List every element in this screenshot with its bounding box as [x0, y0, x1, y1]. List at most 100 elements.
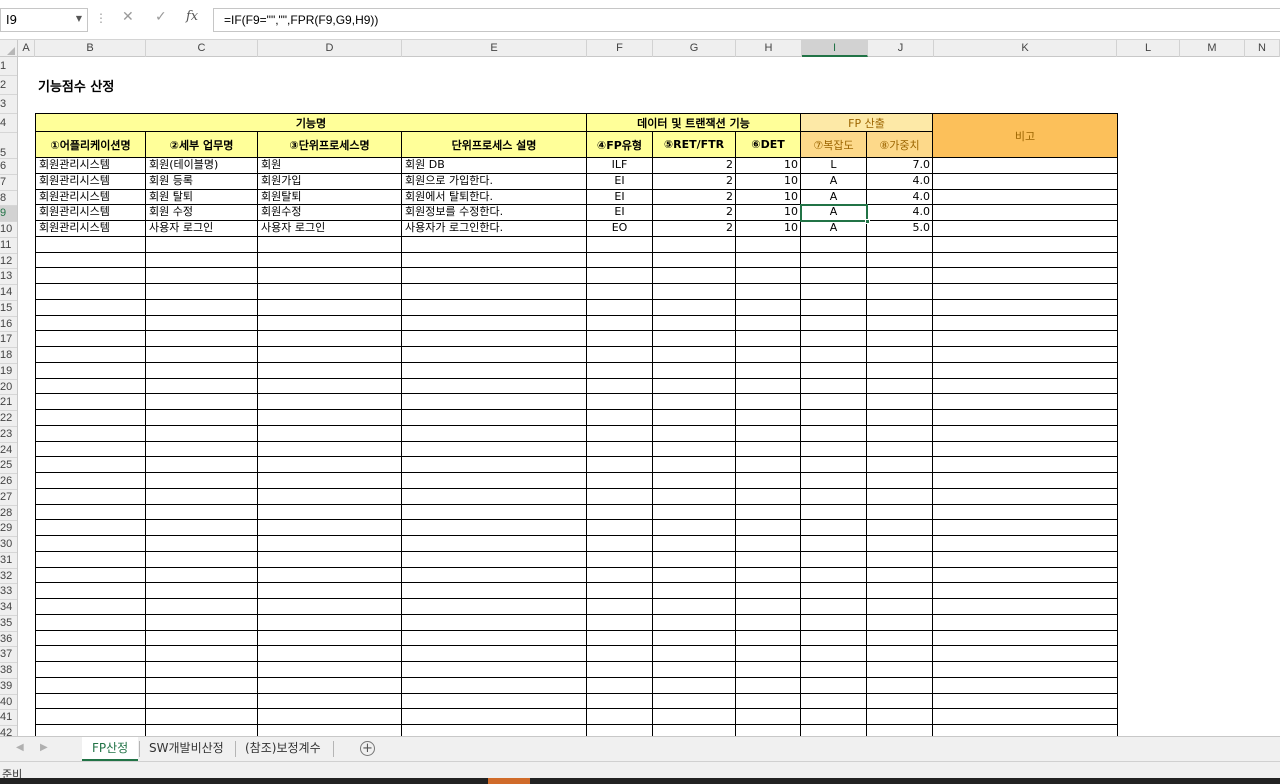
header-data-transaction[interactable]: 데이터 및 트랜잭션 기능	[587, 113, 801, 132]
cell-cx[interactable]: L	[801, 158, 867, 174]
row-header-2[interactable]: 2	[0, 76, 17, 95]
header-unit-process[interactable]: ③단위프로세스명	[258, 132, 402, 158]
row-header-7[interactable]: 7	[0, 175, 17, 191]
row-header-22[interactable]: 22	[0, 411, 17, 427]
header-complexity[interactable]: ⑦복잡도	[801, 132, 867, 158]
row-header-6[interactable]: 6	[0, 159, 17, 175]
header-function-name[interactable]: 기능명	[35, 113, 587, 132]
row-header-28[interactable]: 28	[0, 506, 17, 522]
header-unit-process-desc[interactable]: 단위프로세스 설명	[402, 132, 587, 158]
cell-desc[interactable]: 사용자가 로그인한다.	[402, 221, 587, 237]
cell-app[interactable]: 회원관리시스템	[35, 173, 146, 190]
header-det[interactable]: ⑥DET	[736, 132, 801, 158]
next-sheet-icon[interactable]: ▶	[40, 742, 48, 753]
row-header-38[interactable]: 38	[0, 663, 17, 679]
column-header-l[interactable]: L	[1117, 40, 1180, 57]
prev-sheet-icon[interactable]: ◀	[16, 742, 24, 753]
cell-process[interactable]: 사용자 로그인	[258, 221, 402, 237]
cell-process[interactable]: 회원수정	[258, 205, 402, 221]
row-header-12[interactable]: 12	[0, 254, 17, 270]
row-header-9[interactable]: 9	[0, 206, 17, 222]
cell-det[interactable]: 10	[736, 221, 801, 237]
cell-w[interactable]: 7.0	[867, 158, 933, 174]
check-icon[interactable]: ✓	[155, 9, 167, 25]
row-header-21[interactable]: 21	[0, 395, 17, 411]
cell-desc[interactable]: 회원정보를 수정한다.	[402, 205, 587, 221]
row-header-15[interactable]: 15	[0, 301, 17, 317]
cell-det[interactable]: 10	[736, 189, 801, 206]
tab-sw-cost[interactable]: SW개발비산정	[139, 737, 234, 761]
row-header-14[interactable]: 14	[0, 285, 17, 301]
cell-desc[interactable]: 회원으로 가입한다.	[402, 173, 587, 190]
cell-ret[interactable]: 2	[653, 189, 736, 206]
cell-process[interactable]: 회원가입	[258, 173, 402, 190]
row-header-16[interactable]: 16	[0, 317, 17, 333]
row-header-35[interactable]: 35	[0, 616, 17, 632]
row-header-36[interactable]: 36	[0, 632, 17, 648]
row-header-37[interactable]: 37	[0, 647, 17, 663]
header-detail-task[interactable]: ②세부 업무명	[146, 132, 258, 158]
row-header-10[interactable]: 10	[0, 222, 17, 238]
cell-ret[interactable]: 2	[653, 221, 736, 237]
cell-note[interactable]	[933, 221, 1118, 237]
row-header-42[interactable]: 42	[0, 726, 17, 736]
row-header-40[interactable]: 40	[0, 695, 17, 711]
cell-task[interactable]: 회원 탈퇴	[146, 189, 258, 206]
name-box[interactable]: I9 ▼	[0, 8, 88, 32]
column-header-m[interactable]: M	[1180, 40, 1245, 57]
row-header-8[interactable]: 8	[0, 191, 17, 207]
row-header-3[interactable]: 3	[0, 95, 17, 114]
cell-process[interactable]: 회원탈퇴	[258, 189, 402, 206]
header-note[interactable]: 비고	[933, 113, 1118, 158]
cell-task[interactable]: 회원 수정	[146, 205, 258, 221]
row-header-1[interactable]: 1	[0, 57, 17, 76]
cell-app[interactable]: 회원관리시스템	[35, 221, 146, 237]
tab-fp[interactable]: FP산정	[82, 737, 139, 761]
more-icon[interactable]: ⋮	[95, 11, 107, 25]
row-header-26[interactable]: 26	[0, 474, 17, 490]
cell-type[interactable]: EI	[587, 173, 653, 190]
cell-note[interactable]	[933, 205, 1118, 221]
column-header-n[interactable]: N	[1245, 40, 1280, 57]
cell-app[interactable]: 회원관리시스템	[35, 158, 146, 174]
tab-reference[interactable]: (참조)보정계수	[235, 737, 331, 761]
row-header-34[interactable]: 34	[0, 600, 17, 616]
header-fp-calc[interactable]: FP 산출	[801, 113, 933, 132]
row-header-17[interactable]: 17	[0, 332, 17, 348]
cell-task[interactable]: 사용자 로그인	[146, 221, 258, 237]
row-header-23[interactable]: 23	[0, 427, 17, 443]
column-header-i[interactable]: I	[802, 40, 868, 57]
column-header-j[interactable]: J	[868, 40, 934, 57]
cell-app[interactable]: 회원관리시스템	[35, 205, 146, 221]
formula-input[interactable]: =IF(F9="","",FPR(F9,G9,H9))	[213, 8, 1280, 32]
row-header-33[interactable]: 33	[0, 584, 17, 600]
cell-type[interactable]: EO	[587, 221, 653, 237]
row-header-4[interactable]: 4	[0, 114, 17, 133]
row-header-13[interactable]: 13	[0, 269, 17, 285]
cell-cx[interactable]: A	[801, 173, 867, 190]
column-header-d[interactable]: D	[258, 40, 402, 57]
cell-det[interactable]: 10	[736, 205, 801, 221]
column-header-f[interactable]: F	[587, 40, 653, 57]
cell-desc[interactable]: 회원 DB	[402, 158, 587, 174]
row-header-25[interactable]: 25	[0, 458, 17, 474]
cell-ret[interactable]: 2	[653, 173, 736, 190]
row-header-41[interactable]: 41	[0, 710, 17, 726]
row-header-19[interactable]: 19	[0, 364, 17, 380]
row-header-11[interactable]: 11	[0, 238, 17, 254]
cell-det[interactable]: 10	[736, 158, 801, 174]
row-header-31[interactable]: 31	[0, 553, 17, 569]
cell-cx[interactable]: A	[801, 205, 867, 221]
select-all-button[interactable]	[0, 40, 18, 57]
row-header-29[interactable]: 29	[0, 521, 17, 537]
cell-task[interactable]: 회원 등록	[146, 173, 258, 190]
cell-desc[interactable]: 회원에서 탈퇴한다.	[402, 189, 587, 206]
cell-process[interactable]: 회원	[258, 158, 402, 174]
cancel-icon[interactable]: ✕	[122, 9, 134, 25]
row-header-32[interactable]: 32	[0, 569, 17, 585]
cell-w[interactable]: 5.0	[867, 221, 933, 237]
header-ret-ftr[interactable]: ⑤RET/FTR	[653, 132, 736, 158]
insert-function-icon[interactable]: fx	[186, 9, 198, 24]
column-header-e[interactable]: E	[402, 40, 587, 57]
cell-note[interactable]	[933, 158, 1118, 174]
